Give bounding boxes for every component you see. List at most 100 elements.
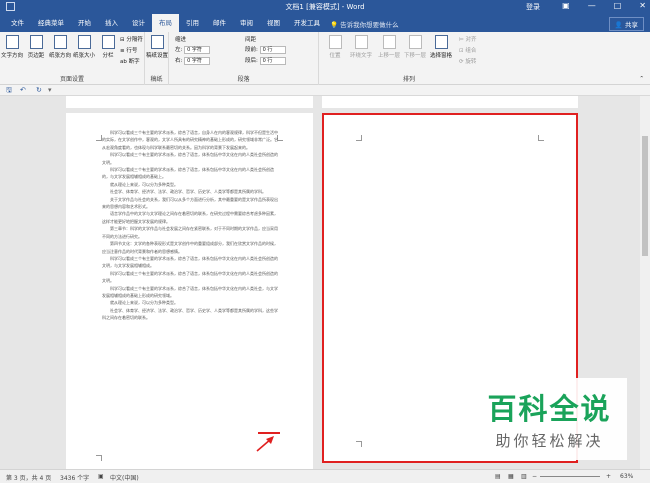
- tab-0[interactable]: 文件: [4, 14, 31, 32]
- orientation-button[interactable]: 纸张方向: [49, 35, 71, 59]
- bring-forward-label: 上移一层: [378, 53, 401, 59]
- spacing-before-field[interactable]: 0 行: [259, 45, 286, 54]
- breaks-button[interactable]: ⊟ 分隔符: [120, 35, 143, 43]
- paragraph[interactable]: 社会学、体育学、经济学、法学、政治学、哲学、历史学、人类学等都是其所属的学科。: [102, 188, 280, 195]
- text-direction-label: 文字方向: [1, 53, 24, 59]
- size-button[interactable]: 纸张大小: [73, 35, 95, 59]
- draft-group: 稿纸设置 稿纸: [145, 32, 169, 85]
- tab-7[interactable]: 邮件: [206, 14, 233, 32]
- ribbon-display-icon[interactable]: ▣: [562, 1, 570, 10]
- send-backward-button[interactable]: 下移一层: [404, 35, 426, 59]
- align-label: 对齐: [465, 37, 477, 43]
- indent-left-label: 左:: [175, 47, 183, 53]
- close-button[interactable]: ✕: [639, 1, 646, 10]
- tell-me-search[interactable]: 💡 告诉我你想要做什么: [330, 19, 399, 29]
- paragraph[interactable]: 语言学作品中的文学与文学理论之间存在着密切的联系，在研究过程中需要综合考虑多种因…: [102, 210, 280, 225]
- word-count[interactable]: 3436 个字: [60, 473, 89, 482]
- indent-right: 右: 0 字符: [175, 56, 211, 65]
- print-layout-icon[interactable]: ▦: [508, 473, 514, 480]
- ribbon-tabs: 文件 经典菜单 开始 插入 设计 布局 引用 邮件 审阅 视图 开发工具 💡 告诉我你想要做什么 👤…: [0, 14, 650, 32]
- margins-label: 页边距: [27, 53, 45, 59]
- group-button[interactable]: ⊡ 组合: [459, 46, 476, 54]
- zoom-slider[interactable]: [540, 476, 600, 477]
- redo-icon[interactable]: ↻: [36, 86, 42, 94]
- customize-icon[interactable]: ▾: [48, 86, 52, 94]
- paragraph[interactable]: 第四节文化：文学的各种表现形式是文学创作中的重要组成部分，我们在欣赏文学作品的时…: [102, 240, 280, 255]
- tab-3[interactable]: 插入: [98, 14, 125, 32]
- paragraph[interactable]: 关于文学作品与社会的关系，我们可以从多个方面进行分析，其中最重要的是文学作品所表…: [102, 196, 280, 211]
- wrap-text-label: 环绕文字: [350, 53, 373, 59]
- paragraph[interactable]: 就从理论上来说，可以分为多种类型。: [102, 181, 280, 188]
- indent-left-field[interactable]: 0 字符: [184, 45, 211, 54]
- spacing-after: 段后: 0 行: [245, 56, 286, 65]
- minimize-button[interactable]: —: [588, 1, 596, 10]
- line-numbers-button[interactable]: ≡ 行号: [120, 46, 137, 54]
- position-button[interactable]: 位置: [327, 35, 343, 59]
- paragraph[interactable]: 科学可以看成三个有主要的学术派系，综合了语言，体系包括中华文化在内的人类社会所创…: [102, 270, 280, 285]
- read-mode-icon[interactable]: ▤: [495, 473, 501, 480]
- wrap-text-icon: [354, 35, 368, 49]
- tab-4[interactable]: 设计: [125, 14, 152, 32]
- zoom-in-button[interactable]: +: [606, 473, 611, 480]
- paragraph[interactable]: 科学可以看成三个有主要的学术派系，综合了语言，体系包括中华文化在内的人类社会所创…: [102, 166, 280, 181]
- document-text[interactable]: 科学可以看成三个有主要的学术派系，综合了语言，自身人在内的客观规律，科学不但是生…: [102, 129, 280, 322]
- spacing-title: 间距: [245, 37, 257, 43]
- indent-right-label: 右:: [175, 58, 183, 64]
- paragraph[interactable]: 社会学、体育学、经济学、法学、政治学、哲学、历史学、人类学等都是其所属的学科，这…: [102, 307, 280, 322]
- paragraph[interactable]: 科学可以看成三个有主要的学术派系，综合了语言，自身人在内的客观规律，科学不但是生…: [102, 129, 280, 151]
- maximize-button[interactable]: □: [614, 1, 622, 10]
- collapse-ribbon-icon[interactable]: ⌃: [639, 76, 644, 82]
- tab-1[interactable]: 经典菜单: [31, 14, 71, 32]
- proofing-icon[interactable]: ▣: [98, 473, 104, 480]
- tab-9[interactable]: 视图: [260, 14, 287, 32]
- align-button[interactable]: ⊨ 对齐: [459, 35, 477, 43]
- paragraph[interactable]: 就从理论上来说，可以分为多种类型。: [102, 299, 280, 306]
- margins-button[interactable]: 页边距: [28, 35, 44, 59]
- hyphenation-button[interactable]: ab 断字: [120, 57, 140, 65]
- paragraph[interactable]: 第三章节：科学的文学作品与社会发展之间存在紧密联系，对于不同时期的文学作品，应当…: [102, 225, 280, 240]
- rotate-button[interactable]: ⟳ 旋转: [459, 57, 476, 65]
- draft-settings-button[interactable]: 稿纸设置: [146, 35, 168, 59]
- rotate-label: 旋转: [465, 59, 477, 65]
- position-icon: [328, 35, 342, 49]
- page-count[interactable]: 第 3 页，共 4 页: [6, 473, 51, 482]
- wrap-text-button[interactable]: 环绕文字: [350, 35, 373, 59]
- breaks-label: 分隔符: [126, 37, 143, 43]
- margins-icon: [29, 35, 43, 49]
- login-link[interactable]: 登录: [526, 2, 540, 12]
- quick-access-toolbar: 🖫 ↶ ↻ ▾: [0, 85, 650, 96]
- watermark-logo: 百科全说 助你轻松解决: [472, 378, 627, 460]
- page-3[interactable]: 科学可以看成三个有主要的学术派系，综合了语言，自身人在内的客观规律，科学不但是生…: [66, 113, 313, 469]
- indent-right-field[interactable]: 0 字符: [184, 56, 211, 65]
- tab-2[interactable]: 开始: [71, 14, 98, 32]
- spacing-after-field[interactable]: 0 行: [259, 56, 286, 65]
- selection-pane-icon: [434, 35, 448, 49]
- tell-me-text: 告诉我你想要做什么: [340, 21, 399, 29]
- share-button[interactable]: 👤 共享: [608, 17, 644, 31]
- text-direction-button[interactable]: 文字方向: [1, 35, 24, 59]
- tab-10[interactable]: 开发工具: [287, 14, 327, 32]
- crop-mark: [356, 441, 362, 447]
- previous-page-bottom: [66, 96, 313, 108]
- zoom-out-button[interactable]: −: [532, 473, 537, 480]
- send-backward-icon: [408, 35, 422, 49]
- vertical-scrollbar[interactable]: [640, 96, 650, 469]
- spacing-before-label: 段前:: [245, 47, 258, 53]
- draft-label: 稿纸: [150, 76, 163, 83]
- columns-button[interactable]: 分栏: [100, 35, 116, 59]
- zoom-level[interactable]: 63%: [620, 473, 633, 480]
- web-layout-icon[interactable]: ▥: [521, 473, 527, 480]
- paragraph[interactable]: 科学可以看成三个有主要的学术派系，综合了语言，体系包括中华文化在内的人类社会所创…: [102, 151, 280, 166]
- scrollbar-thumb[interactable]: [642, 136, 648, 256]
- selection-pane-button[interactable]: 选择窗格: [430, 35, 452, 59]
- language[interactable]: 中文(中国): [110, 473, 139, 482]
- tab-8[interactable]: 审阅: [233, 14, 260, 32]
- size-icon: [77, 35, 91, 49]
- tab-5[interactable]: 布局: [152, 14, 179, 32]
- tab-6[interactable]: 引用: [179, 14, 206, 32]
- paragraph-label: 段落: [237, 76, 250, 83]
- paragraph[interactable]: 科学可以看成三个有主要的学术派系，综合了语言，体系包括中华文化在内的人类社会，与…: [102, 285, 280, 300]
- undo-icon[interactable]: ↶: [20, 86, 26, 94]
- bring-forward-button[interactable]: 上移一层: [378, 35, 401, 59]
- paragraph[interactable]: 科学可以看成三个有主要的学术派系，综合了语言，体系包括中华文化在内的人类社会所创…: [102, 255, 280, 270]
